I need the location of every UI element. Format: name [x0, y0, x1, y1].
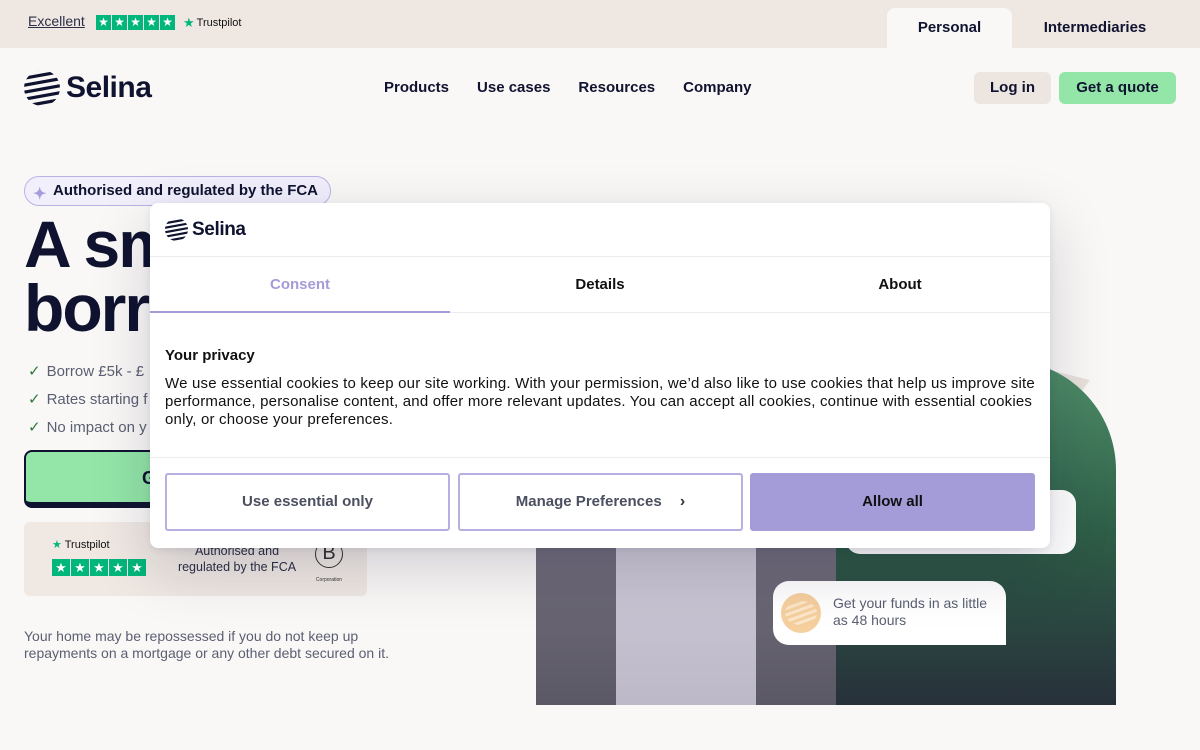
- manage-preferences-label: Manage Preferences: [515, 493, 662, 510]
- chevron-right-icon: ›: [679, 493, 686, 510]
- benefit-text: Borrow £5k - £: [46, 362, 145, 380]
- trustpilot-logo: ★ Trustpilot: [183, 15, 241, 31]
- bcorp-caption: Corporation: [315, 577, 343, 583]
- sun-icon: [781, 593, 821, 633]
- segment-personal[interactable]: Personal: [887, 8, 1012, 48]
- nav-item-resources[interactable]: Resources: [578, 79, 655, 96]
- star-icon: ★: [71, 559, 89, 576]
- hero-title-line-1: A sm: [24, 212, 164, 281]
- nav-item-company[interactable]: Company: [683, 79, 751, 96]
- trustpilot-rating-link[interactable]: Excellent: [28, 13, 85, 29]
- fca-badge: ✦ Authorised and regulated by the FCA: [24, 176, 332, 206]
- star-icon: ★: [90, 559, 108, 576]
- segment-intermediaries[interactable]: Intermediaries: [1030, 8, 1160, 48]
- dialog-header: Selina: [150, 203, 1050, 257]
- selina-logo-icon: [165, 218, 188, 241]
- tab-consent[interactable]: Consent: [150, 257, 450, 313]
- benefit-item: ✓ Rates starting f: [28, 385, 158, 413]
- star-icon: ★: [160, 15, 175, 30]
- hero-title-line-2: borr: [24, 271, 150, 340]
- dialog-divider: [150, 457, 1050, 458]
- check-icon: ✓: [28, 391, 41, 408]
- hero-title: A sm borr: [24, 212, 164, 340]
- trustpilot-logo: ★ Trustpilot: [52, 538, 110, 551]
- star-icon: ★: [128, 559, 146, 576]
- trustpilot-brand-text: Trustpilot: [196, 17, 242, 29]
- trustpilot-star-icon: ★: [52, 539, 62, 551]
- tab-details[interactable]: Details: [450, 257, 750, 313]
- cookie-consent-dialog: Selina Consent Details About Your privac…: [150, 203, 1050, 548]
- funds-card-text: Get your funds in as little as 48 hours: [833, 595, 988, 628]
- use-essential-only-button[interactable]: Use essential only: [165, 473, 450, 531]
- privacy-title: Your privacy: [165, 347, 255, 364]
- check-icon: ✓: [28, 419, 41, 436]
- benefit-text: Rates starting f: [46, 390, 148, 408]
- trustpilot-stars: ★ ★ ★ ★ ★: [52, 559, 146, 576]
- star-icon: ★: [96, 15, 111, 30]
- main-nav: Products Use cases Resources Company: [384, 79, 751, 96]
- nav-item-products[interactable]: Products: [384, 79, 449, 96]
- benefit-item: ✓ Borrow £5k - £: [28, 357, 158, 385]
- dialog-logo: Selina: [165, 218, 246, 241]
- repossession-disclaimer: Your home may be repossessed if you do n…: [24, 628, 389, 661]
- star-icon: ★: [128, 15, 143, 30]
- tab-about[interactable]: About: [750, 257, 1050, 313]
- sparkle-icon: ✦: [33, 186, 47, 203]
- trustpilot-star-icon: ★: [183, 15, 195, 30]
- funds-info-card: Get your funds in as little as 48 hours: [773, 581, 1006, 645]
- star-icon: ★: [112, 15, 127, 30]
- star-icon: ★: [52, 559, 70, 576]
- get-quote-button[interactable]: Get a quote: [1059, 72, 1176, 104]
- logo-text: Selina: [66, 71, 152, 104]
- star-icon: ★: [144, 15, 159, 30]
- check-icon: ✓: [28, 363, 41, 380]
- manage-preferences-button[interactable]: Manage Preferences ›: [458, 473, 743, 531]
- nav-item-use-cases[interactable]: Use cases: [477, 79, 550, 96]
- benefit-item: ✓ No impact on y: [28, 413, 158, 441]
- top-utility-bar: Excellent ★ ★ ★ ★ ★ ★ Trustpilot Persona…: [0, 0, 1200, 48]
- dialog-tabs: Consent Details About: [150, 257, 1050, 313]
- fca-badge-text: Authorised and regulated by the FCA: [53, 182, 319, 199]
- trustpilot-brand-text: Trustpilot: [64, 539, 110, 551]
- allow-all-button[interactable]: Allow all: [750, 473, 1035, 531]
- privacy-text: We use essential cookies to keep our sit…: [165, 375, 1035, 428]
- hero-cta-button[interactable]: G: [24, 450, 164, 508]
- benefit-text: No impact on y: [46, 418, 147, 436]
- star-icon: ★: [109, 559, 127, 576]
- dialog-logo-text: Selina: [192, 218, 246, 240]
- hero-benefits-list: ✓ Borrow £5k - £ ✓ Rates starting f ✓ No…: [28, 357, 158, 441]
- selina-logo-icon: [24, 70, 60, 106]
- selina-logo[interactable]: Selina: [24, 70, 152, 106]
- trustpilot-stars: ★ ★ ★ ★ ★: [96, 15, 175, 30]
- login-button[interactable]: Log in: [974, 72, 1051, 104]
